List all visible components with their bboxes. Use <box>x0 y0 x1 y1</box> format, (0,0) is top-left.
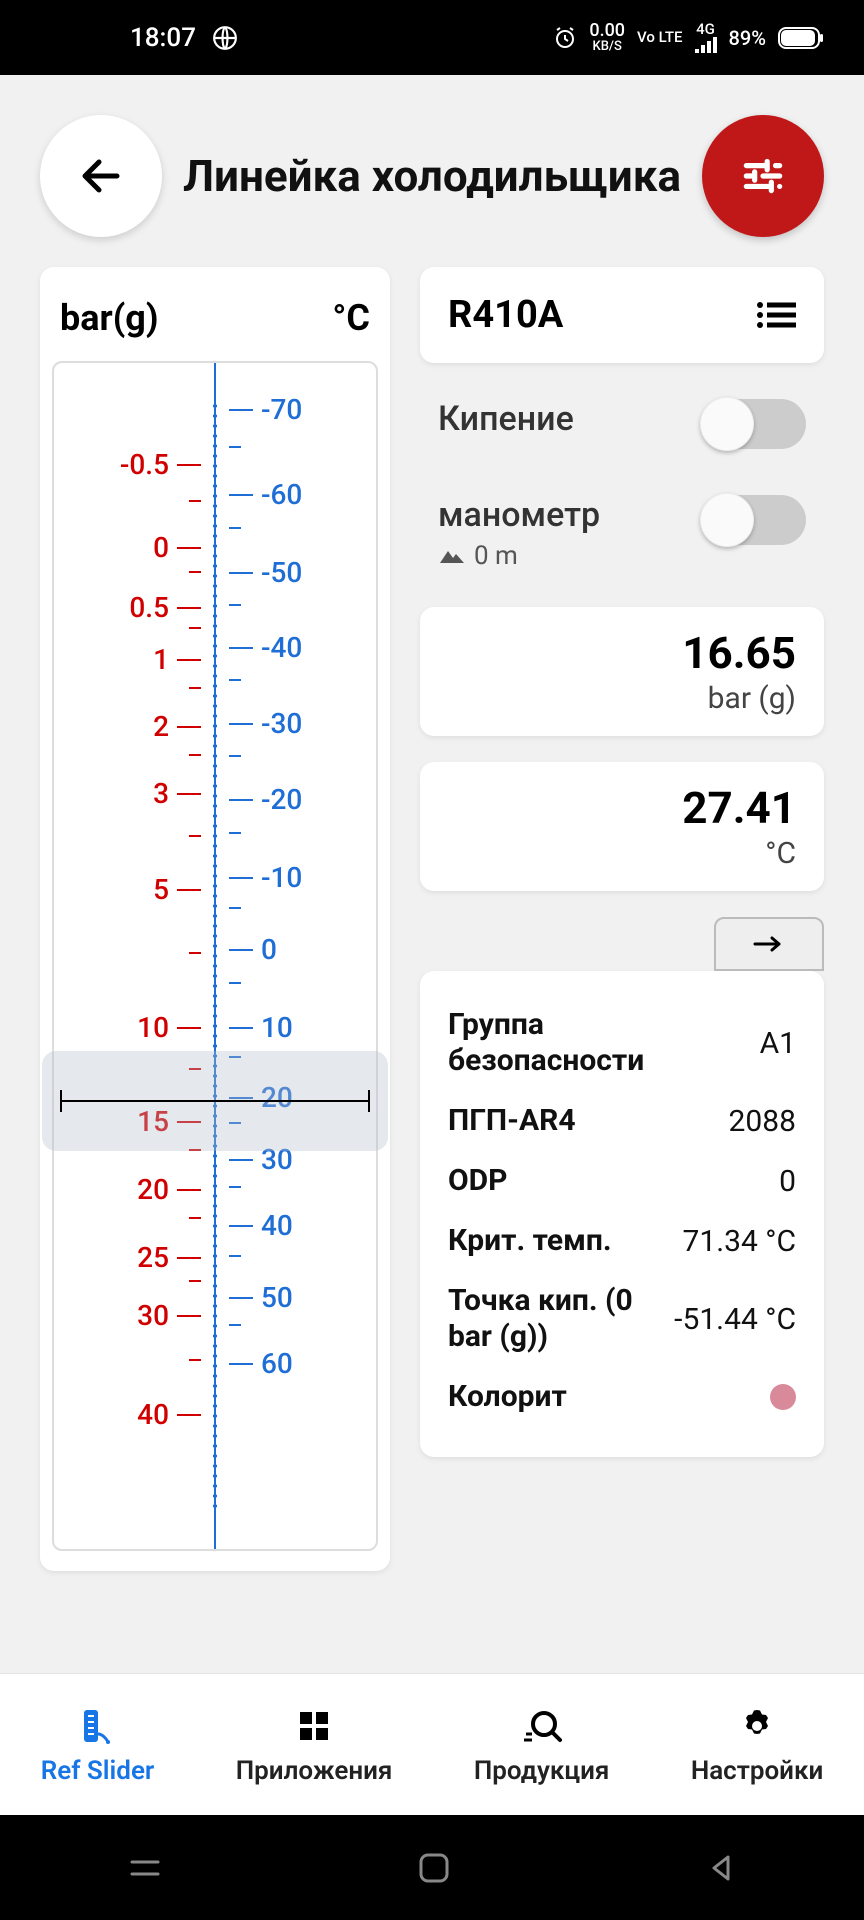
scale-panel: bar(g) °C -0.500.51235101520253040 -70-6… <box>40 267 390 1571</box>
battery-icon <box>778 27 824 49</box>
prop-group-value: A1 <box>760 1026 796 1061</box>
alarm-icon <box>553 26 577 50</box>
pressure-tick: 25 <box>54 1241 215 1274</box>
temperature-value: 27.41 <box>448 782 796 834</box>
status-data-rate: 0.00 <box>589 22 625 40</box>
temperature-tick: -60 <box>215 478 376 511</box>
scale-slider[interactable]: -0.500.51235101520253040 -70-60-50-40-30… <box>52 361 378 1551</box>
pressure-value: 16.65 <box>448 627 796 679</box>
altitude-value: 0 m <box>474 541 518 571</box>
back-nav-icon[interactable] <box>706 1853 736 1883</box>
prop-color-label: Колорит <box>448 1379 567 1415</box>
expand-button[interactable] <box>714 917 824 971</box>
ruler-icon <box>76 1704 120 1748</box>
temperature-tick: -10 <box>215 861 376 894</box>
sliders-icon <box>738 151 788 201</box>
gear-icon <box>735 1704 779 1748</box>
page-title: Линейка холодильщика <box>162 150 702 203</box>
prop-group-label: Группа безопасности <box>448 1007 650 1079</box>
pressure-tick: -0.5 <box>54 448 215 481</box>
pressure-tick: 5 <box>54 873 215 906</box>
temperature-unit: °C <box>448 836 796 871</box>
prop-odp-value: 0 <box>779 1164 796 1199</box>
pressure-tick: 40 <box>54 1398 215 1431</box>
temperature-tick: -50 <box>215 556 376 589</box>
tab-ref-slider[interactable]: Ref Slider <box>41 1704 155 1786</box>
settings-button[interactable] <box>702 115 824 237</box>
pressure-unit: bar (g) <box>448 681 796 716</box>
pressure-tick: 20 <box>54 1173 215 1206</box>
arrow-right-icon <box>749 934 789 954</box>
boiling-toggle-row: Кипение <box>420 389 824 459</box>
list-icon <box>756 300 796 330</box>
pressure-tick: 2 <box>54 710 215 743</box>
android-nav-bar <box>0 1815 864 1920</box>
signal-icon <box>695 37 717 53</box>
pressure-tick: 0.5 <box>54 591 215 624</box>
properties-card: Группа безопасности A1 ПГП-AR4 2088 ODP 0 К… <box>420 971 824 1457</box>
search-icon <box>520 1704 564 1748</box>
prop-odp-label: ODP <box>448 1163 508 1199</box>
home-icon[interactable] <box>417 1851 451 1885</box>
boiling-label: Кипение <box>438 399 574 439</box>
prop-crit-value: 71.34 °C <box>682 1224 796 1259</box>
status-net: 4G <box>695 22 717 37</box>
status-time: 18:07 <box>130 23 196 53</box>
temperature-card: 27.41 °C <box>420 762 824 891</box>
gauge-toggle-row: манометр 0 m <box>420 485 824 581</box>
boiling-toggle[interactable] <box>702 399 806 449</box>
back-button[interactable] <box>40 115 162 237</box>
gauge-toggle[interactable] <box>702 495 806 545</box>
bottom-tabs: Ref Slider Приложения Продукция Настройк… <box>0 1673 864 1815</box>
refrigerant-selector[interactable]: R410A <box>420 267 824 363</box>
temperature-tick: 40 <box>215 1209 376 1242</box>
pressure-tick: 1 <box>54 643 215 676</box>
pressure-tick: 0 <box>54 531 215 564</box>
temperature-unit-label: °C <box>332 297 370 339</box>
prop-boil-label: Точка кип. (0 bar (g)) <box>448 1283 650 1355</box>
tab-products[interactable]: Продукция <box>474 1704 610 1786</box>
prop-color-dot <box>770 1384 796 1410</box>
status-volte: Vo LTE <box>637 30 682 45</box>
temperature-tick: 10 <box>215 1011 376 1044</box>
status-battery-pct: 89% <box>729 26 766 50</box>
pressure-tick: 3 <box>54 777 215 810</box>
prop-boil-value: -51.44 °C <box>674 1302 796 1337</box>
temperature-tick: -70 <box>215 393 376 426</box>
prop-crit-label: Крит. темп. <box>448 1223 612 1259</box>
tab-ref-slider-label: Ref Slider <box>41 1756 155 1786</box>
temperature-tick: 50 <box>215 1281 376 1314</box>
temperature-tick: 60 <box>215 1347 376 1380</box>
pressure-tick: 10 <box>54 1011 215 1044</box>
gauge-label: манометр <box>438 495 600 535</box>
prop-gwp-label: ПГП-AR4 <box>448 1103 576 1139</box>
pressure-tick: 30 <box>54 1299 215 1332</box>
arrow-left-icon <box>77 152 125 200</box>
temperature-tick: -30 <box>215 707 376 740</box>
grid-icon <box>292 1704 336 1748</box>
tab-settings[interactable]: Настройки <box>691 1704 823 1786</box>
temperature-tick: -40 <box>215 631 376 664</box>
tab-apps-label: Приложения <box>236 1756 393 1786</box>
slider-handle[interactable] <box>42 1051 388 1151</box>
tab-products-label: Продукция <box>474 1756 610 1786</box>
prop-gwp-value: 2088 <box>729 1104 796 1139</box>
refrigerant-name: R410A <box>448 293 563 337</box>
recent-apps-icon[interactable] <box>128 1854 162 1882</box>
tab-settings-label: Настройки <box>691 1756 823 1786</box>
status-data-unit: KB/S <box>589 40 625 53</box>
status-bar: 18:07 0.00 KB/S Vo LTE 4G 89% <box>0 0 864 75</box>
pressure-unit-label: bar(g) <box>60 297 159 339</box>
temperature-tick: 0 <box>215 933 376 966</box>
temperature-tick: -20 <box>215 783 376 816</box>
tab-apps[interactable]: Приложения <box>236 1704 393 1786</box>
pressure-card: 16.65 bar (g) <box>420 607 824 736</box>
globe-icon <box>212 25 238 51</box>
mountain-icon <box>438 547 466 565</box>
